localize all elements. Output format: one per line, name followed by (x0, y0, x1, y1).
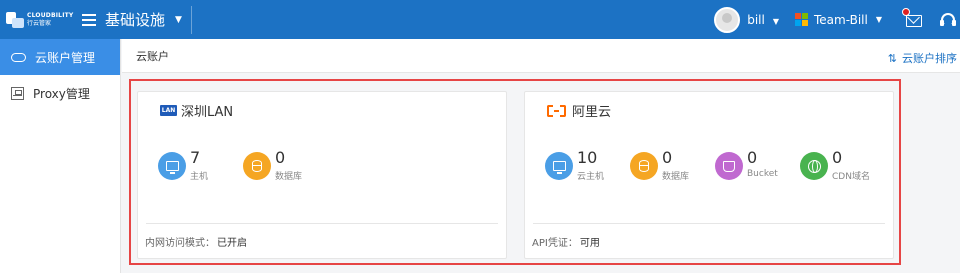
stat-value: 0 (832, 148, 843, 167)
user-name: bill (747, 12, 765, 27)
logo-text-en: CLOUDBILITY (27, 11, 74, 19)
stat-label: 主机 (190, 172, 209, 182)
monitor-icon (545, 152, 573, 180)
stat-databases[interactable]: 0 数据库 (630, 149, 702, 182)
stat-value: 10 (577, 148, 598, 167)
card-title[interactable]: 阿里云 (547, 101, 611, 120)
account-stats: 7 主机 0 数据库 (158, 149, 328, 182)
cloudbility-logo[interactable]: CLOUDBILITY 行云管家 (6, 5, 78, 35)
module-selector[interactable]: 基础设施 ▼ (105, 9, 182, 30)
breadcrumb: 云账户 (122, 39, 960, 73)
breadcrumb-current: 云账户 (136, 49, 169, 63)
globe-icon (800, 152, 828, 180)
footer-label: 内网访问模式： (145, 238, 215, 249)
sort-label: 云账户排序 (902, 52, 957, 65)
stat-value: 0 (275, 148, 286, 167)
cloud-icon (11, 52, 26, 62)
stat-label: 数据库 (275, 172, 303, 182)
card-footer: API凭证： 可用 (532, 234, 600, 249)
account-name: 深圳LAN (181, 105, 234, 120)
database-icon (243, 152, 271, 180)
stat-label: 数据库 (662, 172, 690, 182)
account-name: 阿里云 (572, 105, 612, 120)
team-name: Team-Bill (813, 12, 868, 27)
stat-label: Bucket (747, 169, 778, 179)
logo-text-cn: 行云管家 (27, 19, 52, 27)
stat-label: CDN域名 (832, 172, 870, 182)
chevron-down-icon: ▼ (175, 14, 182, 25)
account-stats: 10 云主机 0 数据库 0 Bucket 0 CDN域名 (545, 149, 885, 182)
sidebar-item-label: Proxy管理 (33, 86, 90, 101)
card-divider (146, 223, 498, 224)
stat-value: 0 (747, 148, 758, 167)
monitor-icon (158, 152, 186, 180)
stat-value: 7 (190, 148, 201, 167)
lan-badge-icon: LAN (160, 105, 177, 116)
module-label: 基础设施 (105, 11, 166, 29)
notification-dot (902, 7, 910, 16)
card-divider (533, 223, 885, 224)
sidebar-item-label: 云账户管理 (35, 50, 96, 65)
team-selector[interactable]: Team-Bill ▼ (794, 12, 882, 27)
user-menu[interactable]: bill ▼ (747, 13, 779, 27)
chevron-down-icon: ▼ (875, 15, 882, 24)
chevron-down-icon: ▼ (772, 16, 779, 26)
top-navigation-bar: CLOUDBILITY 行云管家 基础设施 ▼ bill ▼ Team-Bill … (0, 0, 960, 39)
stat-buckets[interactable]: 0 Bucket (715, 149, 787, 182)
stat-label: 云主机 (577, 172, 605, 182)
sidebar-item-cloud-accounts[interactable]: 云账户管理 (0, 39, 120, 75)
windows-logo-icon (794, 13, 808, 26)
mail-icon[interactable] (902, 7, 924, 27)
footer-label: API凭证： (532, 238, 578, 249)
sort-accounts-link[interactable]: ⇅ 云账户排序 (888, 50, 957, 66)
bucket-icon (715, 152, 743, 180)
sidebar-item-proxy[interactable]: Proxy管理 (0, 75, 120, 111)
stat-databases[interactable]: 0 数据库 (243, 149, 315, 182)
stat-value: 0 (662, 148, 673, 167)
stat-hosts[interactable]: 7 主机 (158, 149, 230, 182)
account-card-aliyun[interactable]: 阿里云 10 云主机 0 数据库 0 Bucket 0 CDN域名 API凭证：… (524, 91, 894, 259)
card-title[interactable]: LAN 深圳LAN (160, 101, 233, 120)
headset-icon[interactable] (940, 12, 956, 28)
aliyun-logo-icon (547, 104, 566, 117)
hamburger-icon[interactable] (82, 13, 96, 26)
database-icon (630, 152, 658, 180)
footer-value: 已开启 (217, 238, 247, 249)
header-divider (190, 5, 192, 34)
sort-icon: ⇅ (887, 51, 897, 65)
sidebar: 云账户管理 Proxy管理 (0, 39, 121, 273)
stat-cloud-hosts[interactable]: 10 云主机 (545, 149, 617, 182)
account-card-lan[interactable]: LAN 深圳LAN 7 主机 0 数据库 内网访问模式： 已开启 (137, 91, 507, 259)
stat-cdn-domains[interactable]: 0 CDN域名 (800, 149, 872, 182)
footer-value: 可用 (579, 238, 600, 249)
logo-mark-icon (6, 10, 24, 30)
proxy-icon (11, 86, 24, 100)
card-footer: 内网访问模式： 已开启 (145, 234, 247, 249)
avatar[interactable] (714, 6, 741, 33)
